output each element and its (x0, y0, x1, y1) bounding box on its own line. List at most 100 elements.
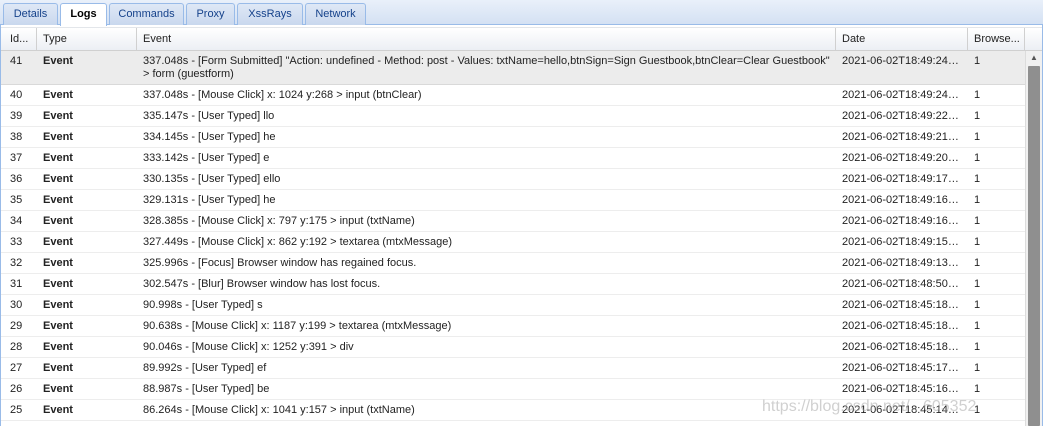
cell-id: 41 (10, 55, 23, 67)
table-row[interactable]: 35 Event 329.131s - [User Typed] he 2021-06… (1, 190, 1025, 211)
cell-id: 33 (10, 236, 23, 248)
cell-type: Event (43, 173, 73, 185)
cell-date: 2021-06-02T18:49:15+... (842, 236, 964, 248)
cell-browser: 1 (974, 257, 981, 269)
cell-id: 36 (10, 173, 23, 185)
cell-browser: 1 (974, 362, 981, 374)
cell-event: 337.048s - [Form Submitted] "Action: und… (143, 55, 830, 80)
table-row[interactable]: 26 Event 88.987s - [User Typed] be 2021-06-… (1, 379, 1025, 400)
cell-type: Event (43, 194, 73, 206)
cell-browser: 1 (974, 152, 981, 164)
cell-date: 2021-06-02T18:45:14+... (842, 404, 964, 416)
column-header-type[interactable]: Type (37, 28, 137, 51)
table-row[interactable]: 36 Event 330.135s - [User Typed] ello 2021-… (1, 169, 1025, 190)
cell-browser: 1 (974, 173, 981, 185)
cell-event: 334.145s - [User Typed] he (143, 131, 276, 143)
cell-event: 329.131s - [User Typed] he (143, 194, 276, 206)
scroll-thumb[interactable] (1028, 66, 1040, 426)
table-row[interactable]: 33 Event 327.449s - [Mouse Click] x: 862 y… (1, 232, 1025, 253)
cell-browser: 1 (974, 215, 981, 227)
logs-grid: Id... Type Event Date Browse... 41 Event 3… (0, 25, 1043, 426)
table-row[interactable]: 27 Event 89.992s - [User Typed] ef 2021-06-… (1, 358, 1025, 379)
cell-type: Event (43, 383, 73, 395)
cell-browser: 1 (974, 278, 981, 290)
cell-type: Event (43, 89, 73, 101)
cell-event: 88.987s - [User Typed] be (143, 383, 270, 395)
column-header-id[interactable]: Id... (4, 28, 37, 51)
cell-browser: 1 (974, 299, 981, 311)
cell-date: 2021-06-02T18:49:24+... (842, 89, 964, 101)
tab-details[interactable]: Details (3, 3, 58, 25)
cell-type: Event (43, 257, 73, 269)
table-row[interactable]: 34 Event 328.385s - [Mouse Click] x: 797 y… (1, 211, 1025, 232)
column-header-browser[interactable]: Browse... (968, 28, 1025, 51)
tab-logs[interactable]: Logs (60, 3, 107, 26)
table-row[interactable]: 30 Event 90.998s - [User Typed] s 2021-06-0… (1, 295, 1025, 316)
tab-xssrays[interactable]: XssRays (237, 3, 303, 25)
table-row[interactable]: 25 Event 86.264s - [Mouse Click] x: 1041 y… (1, 400, 1025, 421)
tab-network[interactable]: Network (305, 3, 366, 25)
cell-type: Event (43, 341, 73, 353)
scroll-up-icon[interactable]: ▲ (1026, 51, 1042, 65)
cell-type: Event (43, 278, 73, 290)
cell-id: 39 (10, 110, 23, 122)
cell-event: 90.638s - [Mouse Click] x: 1187 y:199 > … (143, 320, 452, 332)
table-row[interactable]: 37 Event 333.142s - [User Typed] e 2021-06-… (1, 148, 1025, 169)
cell-browser: 1 (974, 194, 981, 206)
cell-type: Event (43, 110, 73, 122)
cell-id: 34 (10, 215, 23, 227)
cell-date: 2021-06-02T18:49:20+... (842, 152, 964, 164)
cell-id: 32 (10, 257, 23, 269)
cell-type: Event (43, 299, 73, 311)
cell-id: 40 (10, 89, 23, 101)
table-row[interactable]: 41 Event 337.048s - [Form Submitted] "Acti… (1, 51, 1025, 85)
grid-header: Id... Type Event Date Browse... (1, 27, 1042, 51)
table-row[interactable]: 39 Event 335.147s - [User Typed] llo 2021-0… (1, 106, 1025, 127)
cell-browser: 1 (974, 404, 981, 416)
table-row[interactable]: 32 Event 325.996s - [Focus] Browser window… (1, 253, 1025, 274)
tab-commands[interactable]: Commands (109, 3, 184, 25)
cell-date: 2021-06-02T18:49:24+... (842, 55, 964, 67)
cell-browser: 1 (974, 110, 981, 122)
table-row[interactable]: 28 Event 90.046s - [Mouse Click] x: 1252 y… (1, 337, 1025, 358)
cell-type: Event (43, 320, 73, 332)
cell-id: 25 (10, 404, 23, 416)
tab-proxy[interactable]: Proxy (186, 3, 235, 25)
cell-type: Event (43, 215, 73, 227)
column-header-date[interactable]: Date (836, 28, 968, 51)
cell-date: 2021-06-02T18:48:50+... (842, 278, 964, 290)
cell-date: 2021-06-02T18:49:13+... (842, 257, 964, 269)
cell-id: 29 (10, 320, 23, 332)
cell-event: 89.992s - [User Typed] ef (143, 362, 267, 374)
cell-date: 2021-06-02T18:49:22+... (842, 110, 964, 122)
cell-type: Event (43, 236, 73, 248)
cell-type: Event (43, 362, 73, 374)
cell-date: 2021-06-02T18:45:18+... (842, 299, 964, 311)
cell-event: 90.998s - [User Typed] s (143, 299, 263, 311)
cell-date: 2021-06-02T18:49:17+... (842, 173, 964, 185)
table-row[interactable]: 29 Event 90.638s - [Mouse Click] x: 1187 y… (1, 316, 1025, 337)
grid-body: 41 Event 337.048s - [Form Submitted] "Acti… (1, 51, 1025, 421)
cell-browser: 1 (974, 55, 981, 67)
table-row[interactable]: 40 Event 337.048s - [Mouse Click] x: 1024 … (1, 85, 1025, 106)
cell-event: 335.147s - [User Typed] llo (143, 110, 275, 122)
cell-browser: 1 (974, 131, 981, 143)
cell-event: 337.048s - [Mouse Click] x: 1024 y:268 >… (143, 89, 422, 101)
cell-type: Event (43, 404, 73, 416)
cell-type: Event (43, 152, 73, 164)
cell-browser: 1 (974, 236, 981, 248)
table-row[interactable]: 38 Event 334.145s - [User Typed] he 2021-06… (1, 127, 1025, 148)
vertical-scrollbar[interactable]: ▲ (1025, 51, 1042, 426)
cell-event: 90.046s - [Mouse Click] x: 1252 y:391 > … (143, 341, 354, 353)
cell-type: Event (43, 131, 73, 143)
cell-event: 302.547s - [Blur] Browser window has los… (143, 278, 381, 290)
cell-id: 30 (10, 299, 23, 311)
table-row[interactable]: 31 Event 302.547s - [Blur] Browser window … (1, 274, 1025, 295)
cell-type: Event (43, 55, 73, 67)
cell-date: 2021-06-02T18:45:18+... (842, 341, 964, 353)
column-header-event[interactable]: Event (137, 28, 836, 51)
cell-id: 35 (10, 194, 23, 206)
tab-bar: Details Logs Commands Proxy XssRays Netw… (0, 0, 1043, 26)
cell-id: 26 (10, 383, 23, 395)
cell-event: 86.264s - [Mouse Click] x: 1041 y:157 > … (143, 404, 415, 416)
